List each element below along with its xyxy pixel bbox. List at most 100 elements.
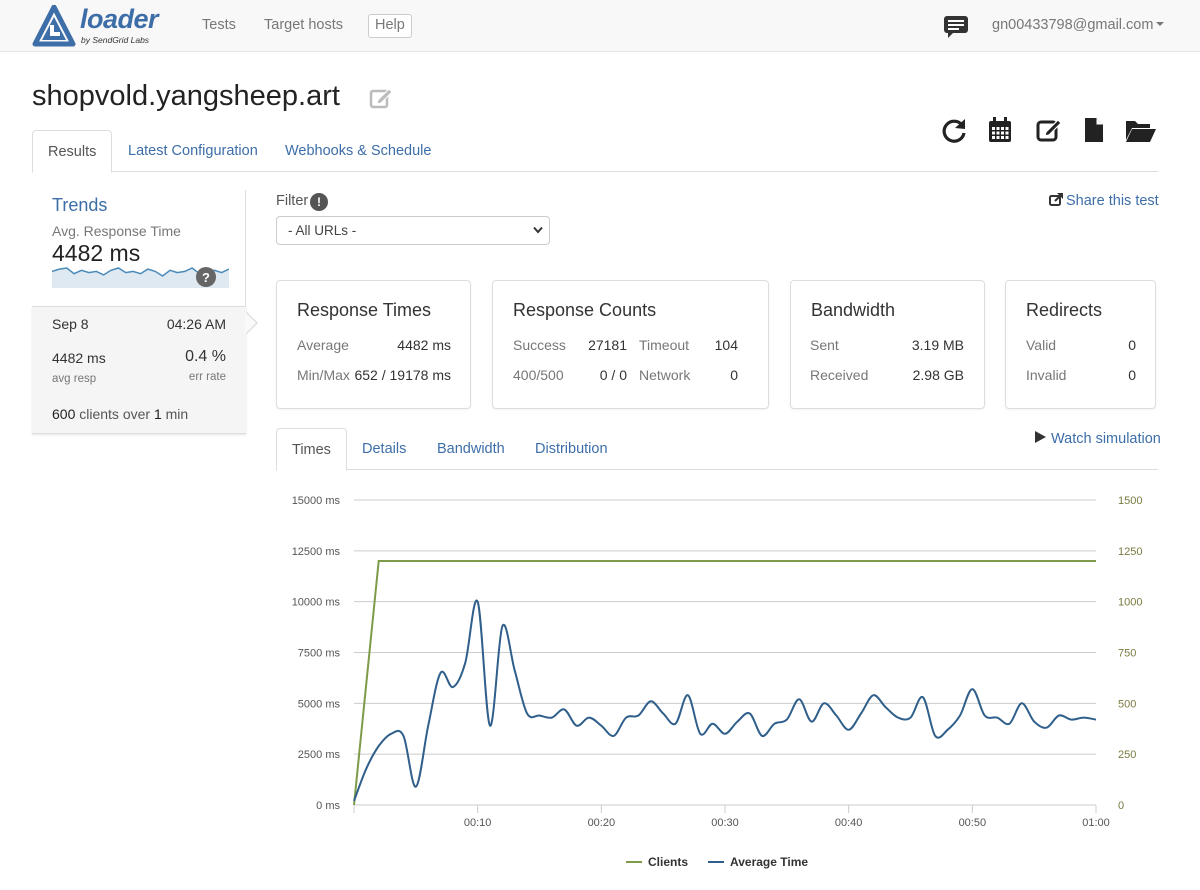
help-icon-glyph: ? (202, 270, 210, 285)
minmax-value: 652 / 19178 ms (354, 367, 451, 383)
legend-average-time-label: Average Time (730, 855, 808, 869)
top-navbar: loader by SendGrid Labs Tests Target hos… (0, 0, 1200, 52)
success-label: Success (513, 337, 566, 353)
tab-results[interactable]: Results (32, 130, 113, 173)
share-test-link[interactable]: Share this test (1049, 193, 1159, 209)
valid-label: Valid (1026, 337, 1057, 353)
y-left-tick-label: 10000 ms (292, 597, 341, 609)
response-times-box: Response Times Average 4482 ms Min/Max 6… (276, 280, 471, 409)
legend-clients-label: Clients (648, 855, 688, 869)
brand-name: loader (80, 4, 159, 34)
y-left-tick-label: 15000 ms (292, 495, 341, 507)
y-right-tick-label: 750 (1118, 648, 1136, 660)
info-icon[interactable]: ! (310, 193, 328, 211)
average-label: Average (297, 337, 349, 353)
tab-bandwidth[interactable]: Bandwidth (422, 428, 520, 470)
y-right-tick-label: 1250 (1118, 546, 1142, 558)
network-label: Network (639, 367, 691, 383)
help-icon: ? (196, 267, 216, 287)
err-rate-value: 0.4 % (185, 348, 226, 365)
y-right-tick-label: 500 (1118, 698, 1136, 710)
chart-tabs: Times Details Bandwidth Distribution (276, 428, 1158, 471)
page-tabs: Results Latest Configuration Webhooks & … (32, 130, 1158, 173)
tab-details[interactable]: Details (347, 428, 421, 470)
tab-times[interactable]: Times (276, 428, 347, 471)
x-tick-label: 01:00 (1082, 817, 1110, 829)
run-date: Sep 8 (52, 316, 89, 332)
err-rate-label: err rate (188, 371, 226, 383)
average-value: 4482 ms (397, 337, 451, 353)
chevron-down-icon (533, 226, 543, 234)
errors-value: 0 / 0 (599, 367, 627, 383)
timeout-value: 104 (714, 337, 738, 353)
clients-mid: clients over (79, 406, 151, 422)
filter-label: Filter (276, 193, 309, 209)
y-left-tick-label: 2500 ms (298, 749, 341, 761)
x-tick-label: 00:50 (959, 817, 987, 829)
y-left-tick-label: 7500 ms (298, 648, 341, 660)
user-email: gn00433798@gmail.com (992, 17, 1154, 33)
y-left-tick-label: 12500 ms (292, 546, 341, 558)
y-right-tick-label: 0 (1118, 800, 1124, 812)
duration-unit: min (165, 406, 189, 422)
watch-simulation-label: Watch simulation (1051, 431, 1161, 447)
play-icon (1035, 431, 1046, 443)
valid-value: 0 (1128, 337, 1136, 353)
chat-icon[interactable] (943, 15, 969, 39)
test-run-card[interactable]: Sep 8 04:26 AM 4482 ms avg resp 0.4 % er… (32, 306, 246, 434)
minmax-label: Min/Max (297, 367, 350, 383)
timeout-label: Timeout (639, 337, 690, 353)
average-time-series-line (353, 599, 1097, 802)
redirects-title: Redirects (1026, 300, 1103, 320)
response-times-chart[interactable]: 0 ms 02500 ms 2505000 ms 5007500 ms 75010000… (276, 480, 1170, 880)
bandwidth-title: Bandwidth (811, 300, 896, 320)
x-tick-label: 00:10 (464, 817, 492, 829)
avg-resp-value: 4482 ms (52, 350, 106, 366)
duration-num: 1 (153, 406, 162, 422)
errors-label: 400/500 (513, 367, 564, 383)
tab-webhooks-schedule[interactable]: Webhooks & Schedule (270, 130, 446, 172)
url-filter-select[interactable]: - All URLs - (276, 216, 550, 245)
trends-title[interactable]: Trends (52, 195, 107, 216)
nav-help-button[interactable]: Help (368, 14, 412, 38)
success-value: 27181 (588, 337, 627, 353)
y-right-tick-label: 1500 (1118, 495, 1142, 507)
url-filter-value: - All URLs - (288, 223, 357, 238)
response-times-title: Response Times (297, 300, 432, 320)
y-left-tick-label: 0 ms (316, 800, 340, 812)
x-tick-label: 00:40 (835, 817, 863, 829)
tab-latest-configuration[interactable]: Latest Configuration (113, 130, 273, 172)
y-left-tick-label: 5000 ms (298, 698, 341, 710)
loader-logo[interactable]: loader by SendGrid Labs (32, 4, 167, 47)
received-value: 2.98 GB (912, 367, 964, 383)
brand-subtitle: by SendGrid Labs (81, 35, 150, 45)
invalid-value: 0 (1128, 367, 1136, 383)
clients-count: 600 (52, 406, 76, 422)
share-test-label: Share this test (1066, 193, 1159, 209)
card-pointer-inner (245, 312, 256, 334)
trends-sparkline[interactable]: ? (52, 264, 229, 288)
sent-value: 3.19 MB (911, 337, 964, 353)
trends-value: 4482 ms (52, 240, 141, 266)
run-time: 04:26 AM (166, 316, 226, 332)
clients-series-line (353, 560, 1096, 806)
tab-distribution[interactable]: Distribution (520, 428, 623, 470)
edit-title-icon[interactable] (369, 86, 393, 110)
share-icon (1049, 193, 1063, 206)
sent-label: Sent (810, 337, 839, 353)
invalid-label: Invalid (1026, 367, 1067, 383)
user-menu[interactable]: gn00433798@gmail.com (992, 17, 1165, 33)
redirects-box: Redirects Valid 0 Invalid 0 (1005, 280, 1156, 409)
chevron-down-icon (1156, 22, 1165, 27)
avg-resp-label: avg resp (52, 373, 97, 385)
bandwidth-box: Bandwidth Sent 3.19 MB Received 2.98 GB (790, 280, 985, 409)
network-value: 0 (730, 367, 738, 383)
nav-link-tests[interactable]: Tests (202, 17, 236, 33)
trends-subtitle: Avg. Response Time (52, 223, 181, 239)
response-counts-title: Response Counts (513, 300, 657, 320)
trends-panel: Trends Avg. Response Time 4482 ms ? Sep … (32, 190, 246, 434)
page-title: shopvold.yangsheep.art (32, 80, 340, 112)
clients-summary: 600 clients over 1 min (52, 406, 188, 422)
nav-link-target-hosts[interactable]: Target hosts (264, 17, 343, 33)
watch-simulation-link[interactable]: Watch simulation (1035, 431, 1161, 447)
